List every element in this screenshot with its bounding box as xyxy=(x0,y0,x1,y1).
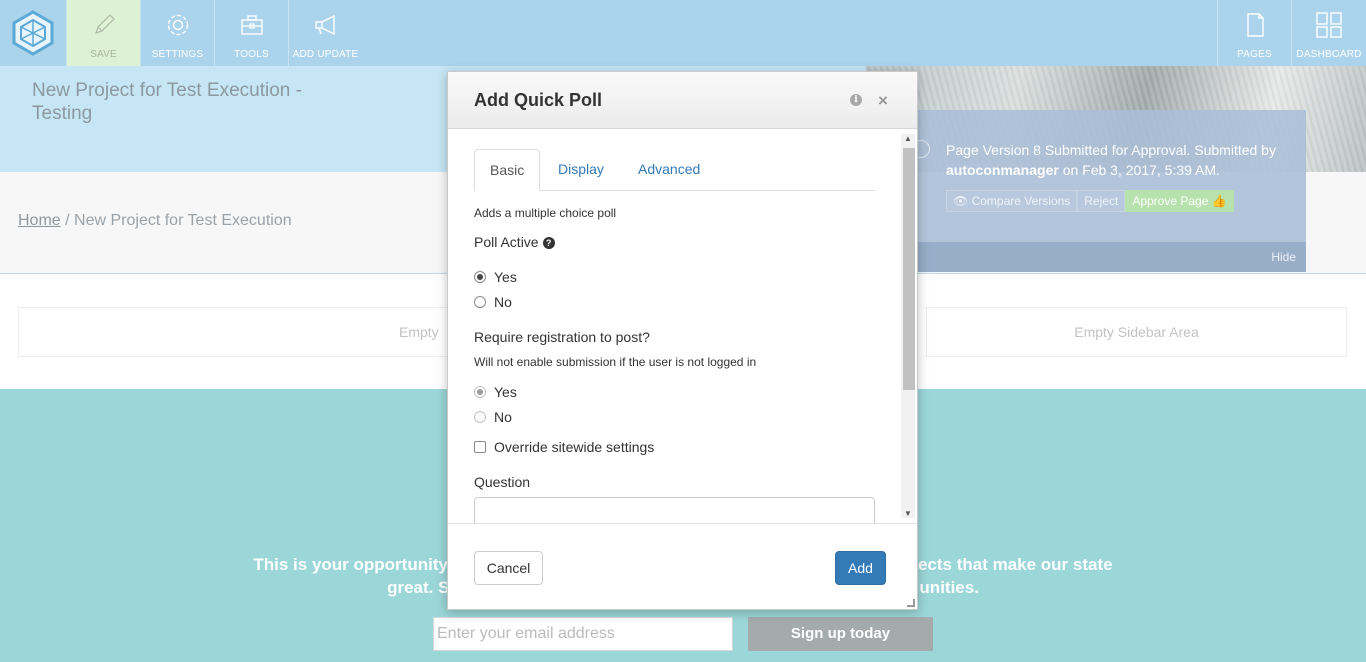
banner-text-line1-right: ects that make our state xyxy=(917,555,1113,574)
approval-message: Page Version 8 Submitted for Approval. S… xyxy=(946,140,1296,180)
empty-sidebar-label: Empty Sidebar Area xyxy=(1074,324,1199,340)
top-toolbar: SAVE SETTINGS TOOLS ADD UPDATE PAGES DAS… xyxy=(0,0,1366,66)
tab-advanced[interactable]: Advanced xyxy=(623,149,715,191)
poll-active-no-radio[interactable]: No xyxy=(474,294,512,310)
approve-page-label: Approve Page xyxy=(1132,194,1209,208)
tab-display[interactable]: Display xyxy=(543,149,619,191)
poll-active-no-label: No xyxy=(494,294,512,310)
banner-text-line2-right: unities. xyxy=(919,578,979,597)
approval-date: on Feb 3, 2017, 5:39 AM. xyxy=(1062,162,1220,178)
settings-label: SETTINGS xyxy=(151,49,204,60)
empty-main-label: Empty xyxy=(399,324,439,340)
checkbox-box xyxy=(474,441,486,453)
breadcrumb-home-link[interactable]: Home xyxy=(18,212,61,229)
dialog-header: Add Quick Poll i × xyxy=(448,72,917,129)
add-button[interactable]: Add xyxy=(835,551,886,585)
approval-notice: Page Version 8 Submitted for Approval. S… xyxy=(904,110,1306,272)
tools-button[interactable]: TOOLS xyxy=(214,0,288,66)
poll-active-yes-radio[interactable]: Yes xyxy=(474,269,517,285)
empty-sidebar-area[interactable]: Empty Sidebar Area xyxy=(926,307,1347,357)
pencil-icon xyxy=(94,14,115,35)
scrollbar-thumb[interactable] xyxy=(903,148,915,390)
dashboard-icon xyxy=(1316,12,1342,38)
approval-footer: Hide xyxy=(904,242,1306,272)
require-registration-yes-radio[interactable]: Yes xyxy=(474,384,517,400)
save-button[interactable]: SAVE xyxy=(66,0,140,66)
radio-dot xyxy=(474,296,486,308)
add-update-label: ADD UPDATE xyxy=(292,49,359,60)
dialog-body: Basic Display Advanced Adds a multiple c… xyxy=(448,130,917,523)
poll-active-label: Poll Active? xyxy=(474,234,555,250)
cancel-button[interactable]: Cancel xyxy=(474,551,543,585)
eye-icon: 👁 xyxy=(953,194,969,208)
thumbs-up-icon: 👍 xyxy=(1211,194,1227,208)
megaphone-icon xyxy=(314,14,335,36)
page-icon xyxy=(1246,13,1264,37)
resize-handle-icon[interactable] xyxy=(907,599,915,607)
page-title: New Project for Test Execution - Testing xyxy=(32,80,302,124)
radio-dot xyxy=(474,411,486,423)
require-registration-help: Will not enable submission if the user i… xyxy=(474,355,757,369)
require-registration-no-label: No xyxy=(494,409,512,425)
approval-user: autoconmanager xyxy=(946,162,1059,178)
radio-dot xyxy=(474,271,486,283)
tab-basic[interactable]: Basic xyxy=(474,149,541,191)
compare-versions-label: Compare Versions xyxy=(971,194,1071,208)
question-input[interactable] xyxy=(474,497,875,523)
signup-button[interactable]: Sign up today xyxy=(748,617,933,651)
logo[interactable] xyxy=(0,0,66,66)
help-icon[interactable]: ? xyxy=(542,237,555,249)
add-quick-poll-dialog: Add Quick Poll i × Basic Display Advance… xyxy=(447,71,918,610)
question-label: Question xyxy=(474,474,531,490)
override-sitewide-label: Override sitewide settings xyxy=(494,439,655,455)
require-registration-label: Require registration to post? xyxy=(474,329,650,345)
dialog-scrollbar[interactable]: ▲ ▼ xyxy=(901,134,915,518)
scroll-down-arrow-icon[interactable]: ▼ xyxy=(904,509,912,518)
reject-button[interactable]: Reject xyxy=(1077,190,1126,212)
radio-dot xyxy=(474,386,486,398)
save-label: SAVE xyxy=(90,49,117,60)
dashboard-label: DASHBOARD xyxy=(1296,49,1362,60)
settings-button[interactable]: SETTINGS xyxy=(140,0,214,66)
logo-icon xyxy=(12,10,54,56)
close-icon[interactable]: × xyxy=(878,91,888,111)
tools-label: TOOLS xyxy=(234,49,269,60)
dialog-title: Add Quick Poll xyxy=(474,90,603,110)
require-registration-yes-label: Yes xyxy=(494,384,517,400)
banner-text-line2-left: great. S xyxy=(387,578,450,597)
gear-icon xyxy=(167,14,188,36)
require-registration-no-radio[interactable]: No xyxy=(474,409,512,425)
approve-page-button[interactable]: Approve Page 👍 xyxy=(1125,190,1234,212)
override-sitewide-checkbox[interactable]: Override sitewide settings xyxy=(474,439,654,455)
info-icon[interactable]: i xyxy=(850,94,862,106)
scroll-up-arrow-icon[interactable]: ▲ xyxy=(904,134,912,143)
dialog-tabs: Basic Display Advanced xyxy=(474,149,875,191)
dialog-footer: Cancel Add xyxy=(448,523,917,609)
email-input[interactable]: Enter your email address xyxy=(433,617,733,651)
compare-versions-button[interactable]: 👁 Compare Versions xyxy=(946,190,1078,212)
dashboard-button[interactable]: DASHBOARD xyxy=(1291,0,1366,66)
poll-active-label-text: Poll Active xyxy=(474,234,539,250)
poll-description: Adds a multiple choice poll xyxy=(474,206,617,220)
toolbox-icon xyxy=(240,15,263,35)
banner-text-line1-left: This is your opportunity xyxy=(253,555,448,574)
pages-button[interactable]: PAGES xyxy=(1217,0,1291,66)
hide-link[interactable]: Hide xyxy=(1271,250,1296,264)
breadcrumb-current: / New Project for Test Execution xyxy=(65,212,292,229)
pages-label: PAGES xyxy=(1237,49,1272,60)
approval-message-text: Page Version 8 Submitted for Approval. S… xyxy=(946,142,1276,158)
poll-active-yes-label: Yes xyxy=(494,269,517,285)
add-update-button[interactable]: ADD UPDATE xyxy=(288,0,362,66)
